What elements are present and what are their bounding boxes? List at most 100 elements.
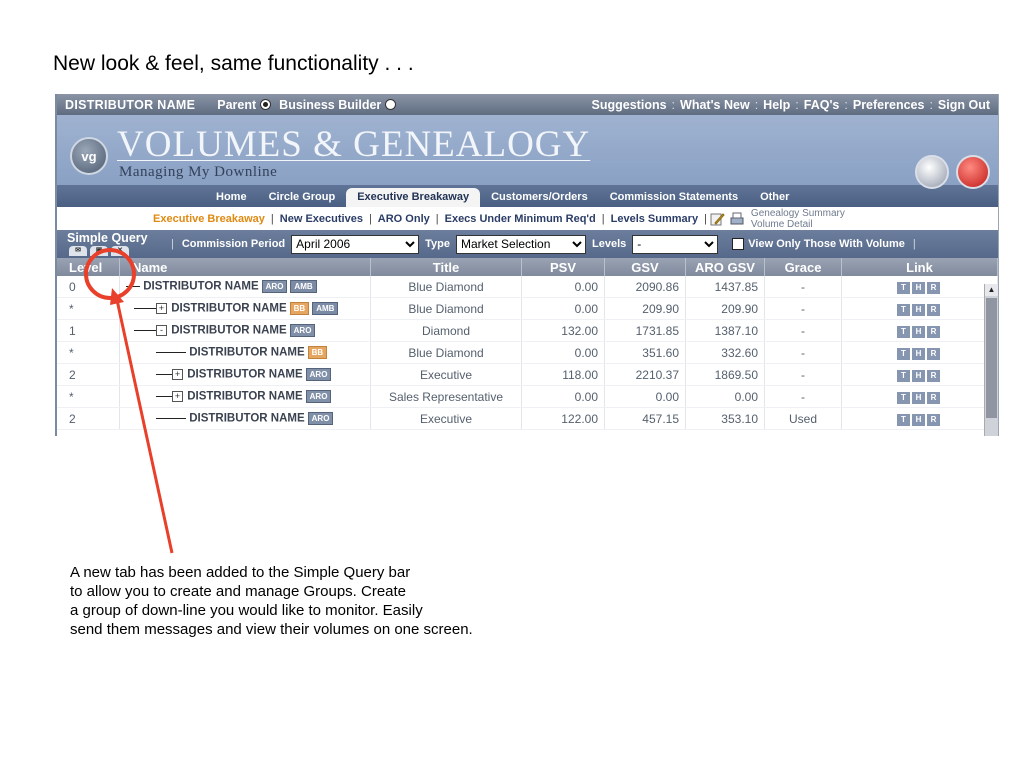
query-tab-mail-icon[interactable]: ✉: [69, 246, 87, 256]
table-row[interactable]: * + DISTRIBUTOR NAME ARO Sales Representa…: [57, 385, 998, 408]
stop-icon[interactable]: [956, 155, 990, 189]
cell-name[interactable]: DISTRIBUTOR NAME BB: [119, 341, 371, 364]
aro-badge: ARO: [307, 412, 334, 425]
bb-badge: BB: [289, 302, 310, 315]
cell-title: Blue Diamond: [370, 297, 522, 320]
scroll-thumb[interactable]: [986, 298, 997, 418]
link-whats-new[interactable]: What's New: [680, 98, 750, 112]
link-r-button[interactable]: R: [927, 392, 940, 404]
table-row[interactable]: 2 DISTRIBUTOR NAME ARO Executive 122.00 4…: [57, 407, 998, 430]
cell-name[interactable]: + DISTRIBUTOR NAME ARO: [119, 385, 371, 408]
top-links: Suggestions: What's New: Help: FAQ's: Pr…: [591, 97, 990, 112]
cell-psv: 118.00: [521, 363, 605, 386]
link-t-button[interactable]: T: [897, 414, 910, 426]
business-builder-radio[interactable]: [385, 99, 397, 110]
tab-circle-group[interactable]: Circle Group: [258, 188, 347, 207]
subnav-executive-breakaway[interactable]: Executive Breakaway: [147, 213, 271, 225]
app-window: DISTRIBUTOR NAME Parent Business Builder…: [55, 94, 999, 436]
col-aro-gsv[interactable]: ARO GSV: [685, 258, 765, 276]
expand-icon[interactable]: +: [156, 303, 167, 314]
banner-subtitle: Managing My Downline: [119, 164, 278, 180]
link-t-button[interactable]: T: [897, 370, 910, 382]
link-h-button[interactable]: H: [912, 326, 925, 338]
parent-radio[interactable]: [260, 99, 272, 110]
tab-other[interactable]: Other: [749, 188, 800, 207]
expand-icon[interactable]: +: [172, 391, 183, 402]
volume-detail-link[interactable]: Volume Detail: [751, 219, 813, 230]
col-gsv[interactable]: GSV: [604, 258, 686, 276]
cell-name[interactable]: - DISTRIBUTOR NAME ARO: [119, 319, 371, 342]
link-sign-out[interactable]: Sign Out: [938, 98, 990, 112]
tab-executive-breakaway[interactable]: Executive Breakaway: [346, 188, 481, 207]
subnav-levels-summary[interactable]: Levels Summary: [605, 213, 704, 225]
table-row[interactable]: 1 - DISTRIBUTOR NAME ARO Diamond 132.00 1…: [57, 319, 998, 342]
tab-customers-orders[interactable]: Customers/Orders: [480, 188, 599, 207]
business-builder-label: Business Builder: [279, 97, 382, 112]
link-r-button[interactable]: R: [927, 282, 940, 294]
cell-name[interactable]: + DISTRIBUTOR NAME BB AMB: [119, 297, 371, 320]
col-title[interactable]: Title: [370, 258, 522, 276]
link-t-button[interactable]: T: [897, 304, 910, 316]
link-t-button[interactable]: T: [897, 392, 910, 404]
slide-title: New look & feel, same functionality . . …: [53, 52, 414, 75]
cell-name[interactable]: DISTRIBUTOR NAME ARO: [119, 407, 371, 430]
cell-name[interactable]: DISTRIBUTOR NAME ARO AMB: [119, 276, 371, 298]
expand-icon[interactable]: +: [172, 369, 183, 380]
tab-commission-statements[interactable]: Commission Statements: [599, 188, 749, 207]
cell-grace: -: [764, 385, 842, 408]
link-h-button[interactable]: H: [912, 304, 925, 316]
link-preferences[interactable]: Preferences: [853, 98, 925, 112]
link-h-button[interactable]: H: [912, 282, 925, 294]
link-h-button[interactable]: H: [912, 370, 925, 382]
cell-psv: 0.00: [521, 385, 605, 408]
link-t-button[interactable]: T: [897, 282, 910, 294]
link-r-button[interactable]: R: [927, 370, 940, 382]
annotation-text: A new tab has been added to the Simple Q…: [70, 564, 473, 638]
type-select[interactable]: Market Selection: [456, 234, 587, 254]
table-row[interactable]: 2 + DISTRIBUTOR NAME ARO Executive 118.00…: [57, 363, 998, 386]
cell-level: *: [57, 341, 120, 364]
genealogy-summary-link[interactable]: Genealogy Summary: [751, 208, 845, 219]
edit-icon[interactable]: [709, 211, 725, 227]
link-r-button[interactable]: R: [927, 304, 940, 316]
cell-name[interactable]: + DISTRIBUTOR NAME ARO: [119, 363, 371, 386]
link-t-button[interactable]: T: [897, 326, 910, 338]
aro-badge: ARO: [261, 280, 288, 293]
link-h-button[interactable]: H: [912, 348, 925, 360]
table-row[interactable]: * + DISTRIBUTOR NAME BB AMB Blue Diamond 0…: [57, 297, 998, 320]
subnav-aro-only[interactable]: ARO Only: [372, 213, 436, 225]
print-icon[interactable]: [729, 211, 745, 227]
link-h-button[interactable]: H: [912, 414, 925, 426]
col-link[interactable]: Link: [841, 258, 998, 276]
cell-title: Diamond: [370, 319, 522, 342]
cell-aro-gsv: 1437.85: [685, 276, 765, 298]
link-faqs[interactable]: FAQ's: [804, 98, 840, 112]
col-name[interactable]: Name: [119, 258, 371, 276]
link-r-button[interactable]: R: [927, 414, 940, 426]
vertical-scrollbar[interactable]: ▲: [984, 284, 998, 436]
table-row[interactable]: 0 DISTRIBUTOR NAME ARO AMB Blue Diamond 0.…: [57, 276, 998, 298]
cell-link: THR: [841, 319, 998, 342]
col-psv[interactable]: PSV: [521, 258, 605, 276]
commission-period-select[interactable]: April 2006: [291, 234, 420, 254]
cell-aro-gsv: 332.60: [685, 341, 765, 364]
col-grace[interactable]: Grace: [764, 258, 842, 276]
link-t-button[interactable]: T: [897, 348, 910, 360]
collapse-icon[interactable]: -: [156, 325, 167, 336]
cell-psv: 132.00: [521, 319, 605, 342]
link-suggestions[interactable]: Suggestions: [592, 98, 667, 112]
levels-select[interactable]: -: [632, 234, 719, 254]
link-r-button[interactable]: R: [927, 326, 940, 338]
link-h-button[interactable]: H: [912, 392, 925, 404]
link-help[interactable]: Help: [763, 98, 790, 112]
subnav-execs-under-minimum[interactable]: Execs Under Minimum Req'd: [439, 213, 602, 225]
view-only-checkbox[interactable]: [732, 238, 745, 250]
banner: vg VOLUMES & GENEALOGY Managing My Downl…: [57, 115, 998, 189]
subnav-new-executives[interactable]: New Executives: [274, 213, 369, 225]
scroll-up-icon[interactable]: ▲: [985, 284, 998, 296]
cell-level: 2: [57, 407, 120, 430]
link-r-button[interactable]: R: [927, 348, 940, 360]
table-row[interactable]: * DISTRIBUTOR NAME BB Blue Diamond 0.00 3…: [57, 341, 998, 364]
tab-home[interactable]: Home: [205, 188, 258, 207]
globe-icon[interactable]: [915, 155, 949, 189]
